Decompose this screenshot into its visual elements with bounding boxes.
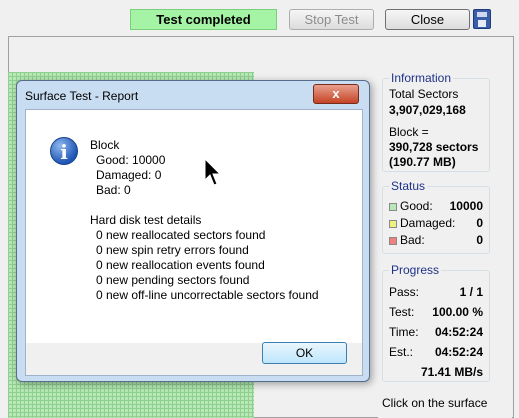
damaged-label: Damaged:	[400, 216, 456, 230]
pass-row: Pass: 1 / 1	[389, 285, 483, 299]
detail-line: 0 new reallocated sectors found	[96, 228, 266, 242]
detail-line: 0 new spin retry errors found	[96, 243, 249, 257]
test-row: Test: 100.00 %	[389, 305, 483, 319]
est-label: Est.:	[389, 345, 414, 359]
bad-value: 0	[476, 233, 483, 247]
close-icon: x	[332, 86, 340, 101]
detail-line: 0 new pending sectors found	[96, 273, 250, 287]
pass-label: Pass:	[389, 285, 420, 299]
time-row: Time: 04:52:24	[389, 325, 483, 339]
good-value: 10000	[449, 199, 483, 213]
total-sectors-label: Total Sectors	[389, 87, 459, 101]
block-heading: Block	[90, 138, 120, 152]
dialog-close-button[interactable]: x	[313, 84, 359, 104]
stop-test-button[interactable]: Stop Test	[289, 9, 374, 30]
status-damaged-row: Damaged: 0	[389, 216, 483, 230]
block-label: Block =	[389, 125, 429, 139]
ok-button[interactable]: OK	[262, 342, 347, 364]
mouse-cursor-icon	[204, 158, 222, 186]
damaged-value: 0	[476, 216, 483, 230]
block-size: (190.77 MB)	[389, 155, 456, 169]
time-label: Time:	[389, 325, 419, 339]
pass-value: 1 / 1	[459, 285, 483, 299]
test-value: 100.00 %	[432, 305, 483, 319]
info-icon: i	[50, 137, 78, 165]
test-label: Test:	[389, 305, 415, 319]
est-value: 04:52:24	[434, 345, 483, 359]
good-legend-swatch	[389, 202, 397, 211]
total-sectors-value: 3,907,029,168	[389, 103, 466, 117]
floppy-disk-icon[interactable]	[473, 9, 491, 29]
damaged-legend-swatch	[389, 219, 397, 228]
good-count: Good: 10000	[96, 153, 166, 167]
time-value: 04:52:24	[434, 325, 483, 339]
details-heading: Hard disk test details	[90, 213, 202, 227]
block-sectors: 390,728 sectors	[389, 140, 479, 154]
progress-title: Progress	[389, 263, 442, 277]
status-bad-row: Bad: 0	[389, 233, 483, 247]
good-label: Good:	[400, 199, 433, 213]
test-status-indicator: Test completed	[130, 9, 277, 30]
status-group: Status Good: 10000 Damaged: 0 Bad: 0	[382, 179, 490, 254]
surface-hint: Click on the surface	[382, 396, 488, 410]
detail-line: 0 new off-line uncorrectable sectors fou…	[96, 288, 319, 302]
close-button[interactable]: Close	[385, 9, 470, 30]
progress-group: Progress Pass: 1 / 1 Test: 100.00 % Time…	[382, 263, 490, 382]
speed-value: 71.41 MB/s	[420, 365, 483, 379]
dialog-title: Surface Test - Report	[25, 89, 139, 103]
est-row: Est.: 04:52:24	[389, 345, 483, 359]
bad-count: Bad: 0	[96, 183, 131, 197]
bad-label: Bad:	[400, 233, 425, 247]
information-title: Information	[389, 71, 454, 85]
damaged-count: Damaged: 0	[96, 168, 162, 182]
status-good-row: Good: 10000	[389, 199, 483, 213]
information-group: Information Total Sectors 3,907,029,168 …	[382, 71, 490, 172]
status-title: Status	[389, 179, 428, 193]
bad-legend-swatch	[389, 236, 397, 245]
detail-line: 0 new reallocation events found	[96, 258, 265, 272]
